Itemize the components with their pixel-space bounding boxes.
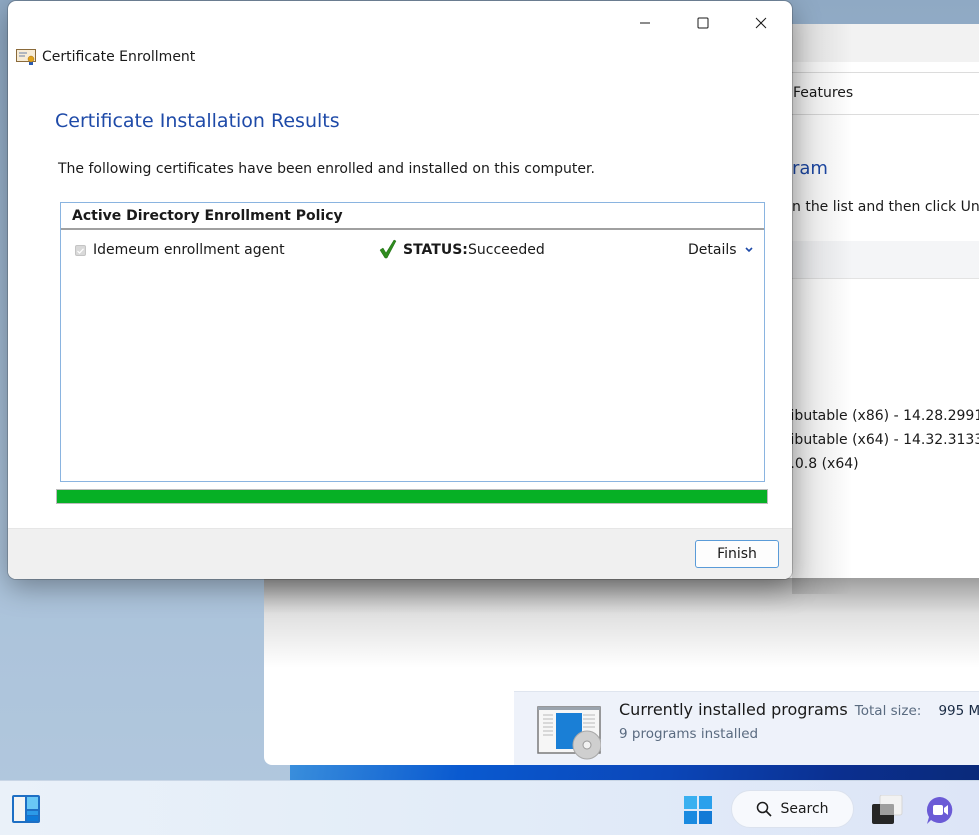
dialog-window-title: Certificate Enrollment [42, 49, 196, 65]
dialog-footer: Finish [8, 528, 792, 579]
total-size-label: Total size: [854, 703, 922, 719]
checkmark-icon [77, 247, 84, 254]
taskbar: Search [0, 780, 979, 835]
teams-chat-icon[interactable] [925, 795, 955, 825]
close-button[interactable] [738, 7, 784, 39]
details-toggle[interactable]: Details [688, 242, 753, 258]
maximize-button[interactable] [680, 7, 726, 39]
taskbar-search-button[interactable]: Search [731, 790, 854, 828]
certificate-name: Idemeum enrollment agent [93, 242, 285, 258]
task-view-icon[interactable] [871, 795, 903, 825]
installed-programs-title: Currently installed programs Total size:… [619, 700, 979, 719]
maximize-icon [697, 17, 709, 29]
policy-header: Active Directory Enrollment Policy [61, 203, 764, 230]
bg-page-heading: ram [792, 158, 828, 179]
status-value: Succeeded [468, 242, 545, 258]
enrollment-progress-bar [56, 489, 768, 504]
start-icon[interactable] [683, 795, 713, 825]
chevron-down-icon [744, 247, 753, 253]
program-list-item[interactable]: stributable (x64) - 14.32.3133 [772, 428, 979, 452]
details-label: Details [688, 242, 737, 258]
status-label: STATUS: [403, 242, 468, 258]
program-list-item[interactable]: - 6.0.8 (x64) [772, 452, 979, 476]
success-check-icon [379, 239, 397, 259]
programs-count: 9 programs installed [619, 726, 759, 742]
installed-programs-status: Currently installed programs Total size:… [514, 691, 979, 765]
finish-button[interactable]: Finish [695, 540, 779, 568]
bg-address-text: Features [793, 85, 854, 101]
certificate-row: Idemeum enrollment agent STATUS: Succeed… [61, 230, 764, 270]
certificate-icon [16, 49, 36, 65]
intro-text: The following certificates have been enr… [58, 161, 595, 177]
certificate-enrollment-dialog: Certificate Enrollment Certificate Insta… [8, 1, 792, 579]
certificate-checkbox[interactable] [75, 245, 86, 256]
program-list-item[interactable]: stributable (x86) - 14.28.2991 [772, 404, 979, 428]
dialog-title-bar: Certificate Enrollment [16, 49, 195, 65]
search-icon [757, 801, 773, 817]
widgets-icon[interactable] [11, 794, 41, 824]
search-label: Search [780, 801, 829, 817]
bg-page-description: n the list and then click Unins [792, 199, 979, 215]
enrollment-policy-panel: Active Directory Enrollment Policy Ideme… [60, 202, 765, 482]
programs-cd-icon [537, 706, 601, 760]
minimize-button[interactable] [622, 7, 668, 39]
close-icon [755, 17, 767, 29]
page-title: Certificate Installation Results [55, 110, 340, 132]
total-size-value: 995 MB [938, 703, 979, 719]
minimize-icon [640, 22, 650, 24]
bg-program-list: stributable (x86) - 14.28.2991 stributab… [772, 404, 979, 476]
progress-fill [57, 490, 767, 503]
